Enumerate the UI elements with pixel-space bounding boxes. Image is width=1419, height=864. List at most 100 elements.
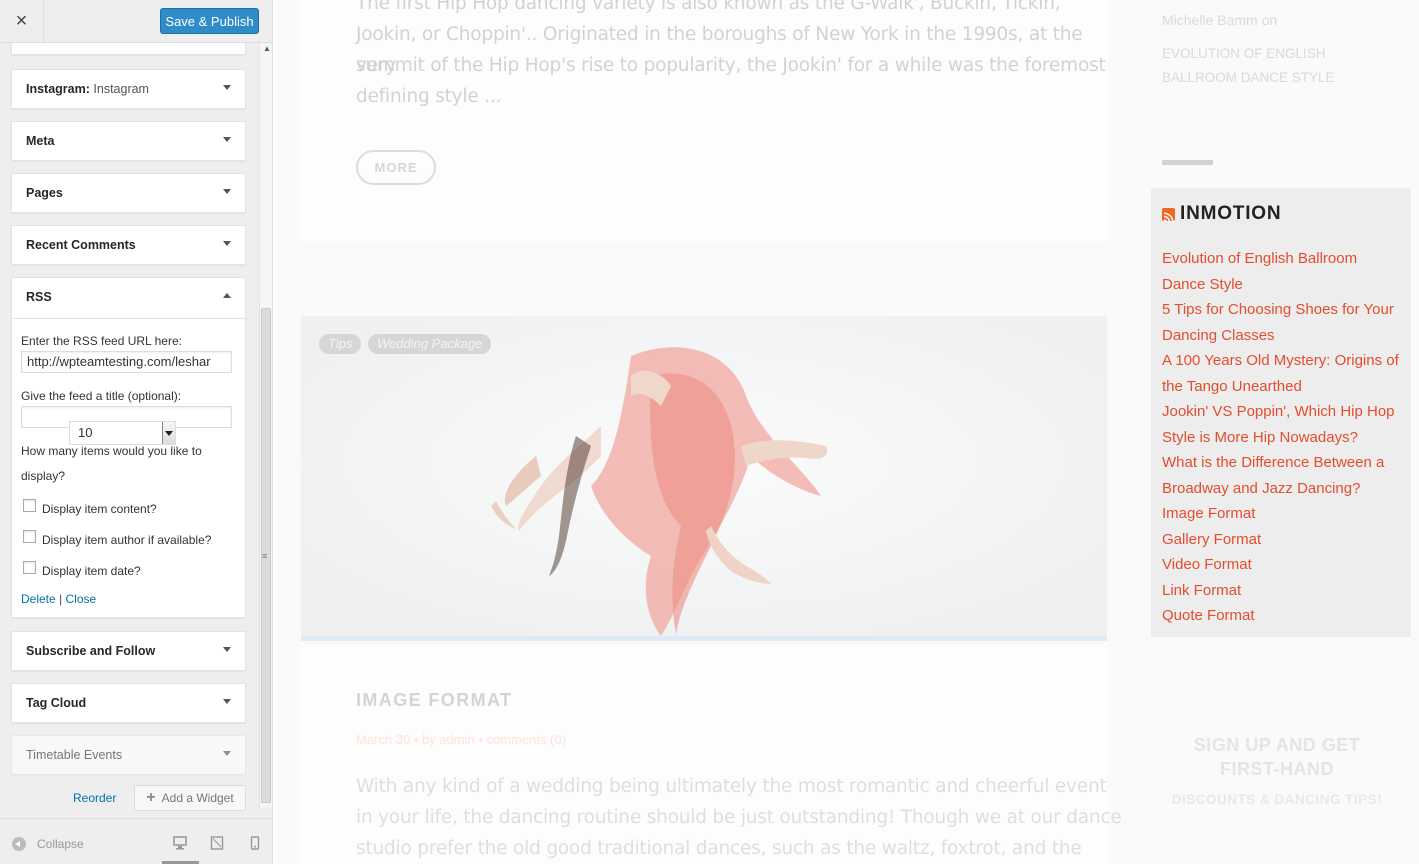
- widget-title: Tag Cloud: [26, 696, 87, 710]
- rss-url-label: Enter the RSS feed URL here:: [21, 334, 182, 348]
- rss-count-select[interactable]: 10: [69, 421, 176, 445]
- post-excerpt-line: The first Hip Hop dancing variety is als…: [356, 0, 1061, 14]
- rss-item-link[interactable]: Video Format: [1162, 552, 1402, 578]
- customizer-footer: Collapse: [0, 818, 272, 864]
- display-content-label: Display item content?: [42, 502, 157, 516]
- widgets-panel[interactable]: Instagram: Instagram Meta Pages Recent C…: [0, 43, 258, 818]
- widget-actions: Reorder + Add a Widget: [11, 785, 246, 811]
- rss-title-label: Give the feed a title (optional):: [21, 389, 182, 403]
- widget-control-links: Delete | Close: [21, 592, 96, 606]
- rss-count-value: 10: [78, 425, 93, 440]
- rss-item-link[interactable]: Quote Format: [1162, 603, 1402, 629]
- rss-url-input[interactable]: http://wpteamtesting.com/leshar: [21, 351, 232, 373]
- widget-title: Subscribe and Follow: [26, 644, 156, 658]
- widget-title: Pages: [26, 186, 63, 200]
- desktop-preview-icon[interactable]: [173, 836, 187, 850]
- reorder-link[interactable]: Reorder: [73, 791, 116, 805]
- expand-arrow-icon[interactable]: [223, 137, 231, 142]
- post-featured-image[interactable]: Tips Wedding Package: [301, 316, 1107, 641]
- widget-title: Recent Comments: [26, 238, 136, 252]
- chevron-down-icon[interactable]: [162, 422, 175, 444]
- collapse-icon[interactable]: [12, 837, 26, 851]
- rss-item-link[interactable]: Evolution of English Ballroom Dance Styl…: [1162, 246, 1402, 297]
- widget-rss: RSS Enter the RSS feed URL here: http://…: [11, 277, 246, 618]
- display-author-checkbox[interactable]: [23, 530, 36, 543]
- rss-item-link[interactable]: What is the Difference Between a Broadwa…: [1162, 450, 1402, 501]
- close-widget-link[interactable]: Close: [66, 592, 97, 606]
- customizer-header: × Save & Publish: [0, 0, 272, 43]
- sidebar-scrollbar[interactable]: ▲ ≡: [259, 43, 272, 808]
- rss-item-link[interactable]: 5 Tips for Choosing Shoes for Your Danci…: [1162, 297, 1402, 348]
- post-meta: March 30 • by admin • comments (0): [356, 732, 566, 747]
- expand-arrow-icon[interactable]: [223, 241, 231, 246]
- scroll-grip-icon: ≡: [262, 551, 268, 561]
- widget-tag-cloud[interactable]: Tag Cloud: [11, 683, 246, 723]
- rss-item-link[interactable]: A 100 Years Old Mystery: Origins of the …: [1162, 348, 1402, 399]
- tag-pill[interactable]: Wedding Package: [368, 334, 492, 354]
- widget-title: RSS: [26, 290, 52, 304]
- widget-title: Instagram:: [26, 82, 90, 96]
- collapse-arrow-icon[interactable]: [223, 293, 231, 298]
- expand-arrow-icon[interactable]: [223, 751, 231, 756]
- save-publish-button[interactable]: Save & Publish: [160, 8, 259, 34]
- post-excerpt-line: studio prefer the old good traditional d…: [356, 838, 1082, 859]
- expand-arrow-icon[interactable]: [223, 189, 231, 194]
- widget-divider: [1162, 160, 1213, 165]
- image-bottom-bar: [301, 636, 1107, 641]
- recent-comment-author: Michelle Bamm on: [1162, 12, 1278, 28]
- widget-rss-header[interactable]: RSS: [12, 278, 245, 319]
- collapse-button[interactable]: Collapse: [37, 837, 84, 851]
- rss-item-link[interactable]: Link Format: [1162, 578, 1402, 604]
- post-excerpt-line: in your life, the dancing routine should…: [356, 807, 1122, 828]
- rss-item-link[interactable]: Jookin' VS Poppin', Which Hip Hop Style …: [1162, 399, 1402, 450]
- mobile-preview-icon[interactable]: [250, 836, 264, 850]
- widget-pages[interactable]: Pages: [11, 173, 246, 213]
- signup-subtitle: DISCOUNTS & DANCING TIPS!: [1171, 792, 1383, 807]
- rss-item-list: Evolution of English Ballroom Dance Styl…: [1162, 246, 1402, 629]
- tag-pill[interactable]: Tips: [319, 334, 362, 354]
- display-content-checkbox[interactable]: [23, 499, 36, 512]
- display-date-label: Display item date?: [42, 564, 141, 578]
- recent-comment-post-link[interactable]: EVOLUTION OF ENGLISH BALLROOM DANCE STYL…: [1162, 42, 1402, 90]
- rss-feed-icon[interactable]: [1162, 207, 1175, 222]
- expand-arrow-icon[interactable]: [223, 647, 231, 652]
- post-excerpt-line: summit of the Hip Hop's rise to populari…: [356, 55, 1106, 76]
- widget-title: Timetable Events: [26, 748, 123, 762]
- delete-widget-link[interactable]: Delete: [21, 592, 56, 606]
- rss-widget-title-text: INMOTION: [1180, 203, 1282, 224]
- site-preview[interactable]: The first Hip Hop dancing variety is als…: [274, 0, 1419, 864]
- scroll-up-icon[interactable]: ▲: [263, 44, 271, 53]
- tablet-preview-icon[interactable]: [210, 836, 224, 850]
- widget-instagram[interactable]: Instagram: Instagram: [11, 69, 246, 109]
- expand-arrow-icon[interactable]: [223, 85, 231, 90]
- widget-recent-comments[interactable]: Recent Comments: [11, 225, 246, 265]
- rss-count-label-cont: display?: [21, 469, 66, 483]
- widget-subscribe-follow[interactable]: Subscribe and Follow: [11, 631, 246, 671]
- plus-icon: +: [146, 789, 156, 806]
- close-customizer-button[interactable]: ×: [0, 0, 44, 42]
- display-author-label: Display item author if available?: [42, 533, 212, 547]
- widget-meta[interactable]: Meta: [11, 121, 246, 161]
- widget-subtitle: Instagram: [93, 82, 149, 96]
- more-button[interactable]: MORE: [356, 150, 436, 185]
- expand-arrow-icon[interactable]: [223, 699, 231, 704]
- dancer-image: [301, 316, 1107, 641]
- post-title[interactable]: IMAGE FORMAT: [356, 690, 512, 711]
- signup-title: SIGN UP AND GET FIRST-HAND: [1193, 735, 1361, 779]
- rss-count-label: How many items would you like to: [21, 444, 202, 458]
- add-widget-label: Add a Widget: [161, 791, 234, 805]
- rss-item-link[interactable]: Image Format: [1162, 501, 1402, 527]
- link-separator: |: [59, 592, 63, 606]
- display-date-checkbox[interactable]: [23, 561, 36, 574]
- post-excerpt-line: With any kind of a wedding being ultimat…: [356, 776, 1107, 797]
- rss-widget-title[interactable]: INMOTION: [1162, 203, 1281, 225]
- widget-timetable-events[interactable]: Timetable Events: [11, 735, 246, 775]
- post-card-previous: The first Hip Hop dancing variety is als…: [301, 0, 1107, 242]
- widget-partial[interactable]: [11, 43, 246, 55]
- widget-title: Meta: [26, 134, 55, 148]
- add-widget-button[interactable]: + Add a Widget: [134, 785, 246, 811]
- rss-widget-preview: INMOTION Evolution of English Ballroom D…: [1151, 188, 1411, 637]
- post-excerpt-line: defining style ...: [356, 86, 502, 107]
- rss-item-link[interactable]: Gallery Format: [1162, 527, 1402, 553]
- customizer-sidebar: × Save & Publish Instagram: Instagram Me…: [0, 0, 273, 864]
